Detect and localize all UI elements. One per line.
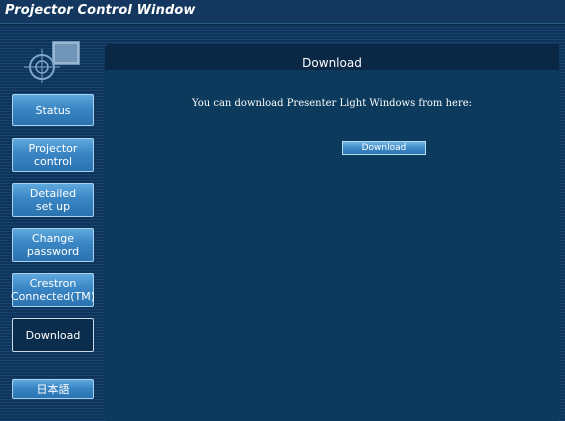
- panel-body: You can download Presenter Light Windows…: [105, 70, 559, 421]
- projector-logo-icon: [24, 41, 80, 83]
- download-button[interactable]: Download: [342, 141, 426, 155]
- sidebar-item-crestron-connected[interactable]: Crestron Connected(TM): [11, 273, 95, 307]
- download-description: You can download Presenter Light Windows…: [191, 98, 473, 109]
- sidebar: Status Projector control Detailed set up…: [0, 25, 105, 421]
- sidebar-item-status[interactable]: Status: [12, 94, 94, 126]
- sidebar-item-japanese[interactable]: 日本語: [12, 379, 94, 399]
- title-bar: Projector Control Window: [0, 0, 565, 24]
- sidebar-item-detailed-set-up[interactable]: Detailed set up: [12, 183, 94, 217]
- page-title: Download: [302, 56, 362, 70]
- sidebar-item-download[interactable]: Download: [12, 318, 94, 352]
- sidebar-item-projector-control[interactable]: Projector control: [12, 138, 94, 172]
- sidebar-item-change-password[interactable]: Change password: [12, 228, 94, 262]
- main-panel: Download You can download Presenter Ligh…: [105, 44, 559, 421]
- window-title: Projector Control Window: [5, 3, 196, 18]
- panel-header: Download: [105, 44, 559, 70]
